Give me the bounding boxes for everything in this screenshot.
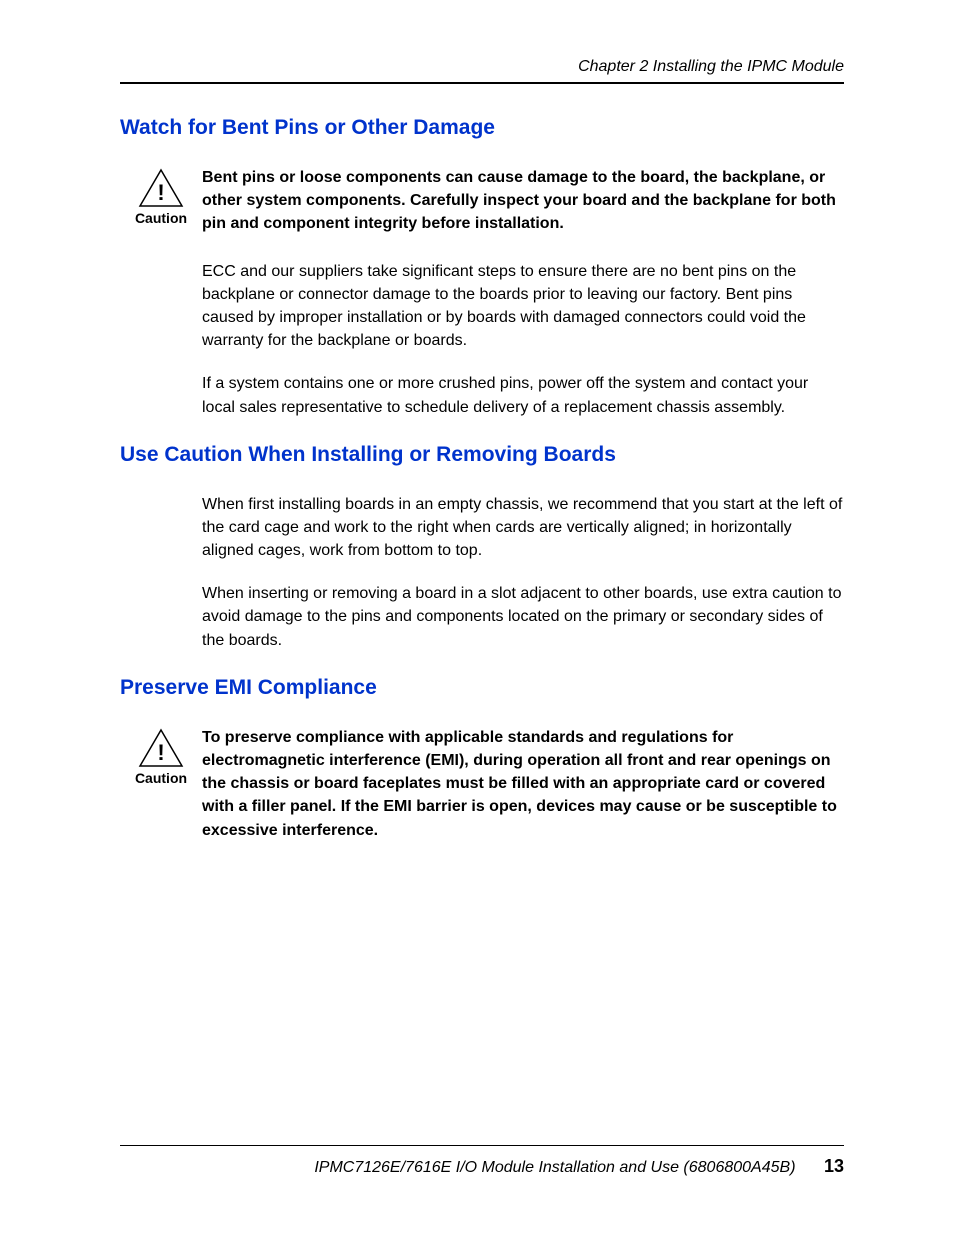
caution-triangle-icon: ! [138,168,184,208]
body-paragraph: If a system contains one or more crushed… [202,372,844,418]
body-paragraph: ECC and our suppliers take significant s… [202,260,844,353]
footer-page-number: 13 [824,1156,844,1176]
section-heading-bent-pins: Watch for Bent Pins or Other Damage [120,116,844,140]
body-paragraph: When first installing boards in an empty… [202,493,844,563]
section-heading-emi: Preserve EMI Compliance [120,676,844,700]
body-paragraph: When inserting or removing a board in a … [202,582,844,652]
caution-label: Caution [135,770,187,786]
caution-icon-column: ! Caution [120,166,202,226]
running-header: Chapter 2 Installing the IPMC Module [120,58,844,76]
footer-doc-title: IPMC7126E/7616E I/O Module Installation … [314,1159,795,1176]
caution-label: Caution [135,210,187,226]
svg-text:!: ! [157,740,164,765]
caution-block: ! Caution To preserve compliance with ap… [120,726,844,842]
footer-rule [120,1145,844,1146]
page-footer: IPMC7126E/7616E I/O Module Installation … [120,1145,844,1177]
caution-block: ! Caution Bent pins or loose components … [120,166,844,236]
body-paragraph-block: When first installing boards in an empty… [120,493,844,652]
caution-text: Bent pins or loose components can cause … [202,166,844,236]
section-heading-use-caution: Use Caution When Installing or Removing … [120,443,844,467]
caution-triangle-icon: ! [138,728,184,768]
svg-text:!: ! [157,180,164,205]
caution-icon-column: ! Caution [120,726,202,786]
header-rule [120,82,844,84]
body-paragraph-block: ECC and our suppliers take significant s… [120,260,844,419]
caution-text: To preserve compliance with applicable s… [202,726,844,842]
